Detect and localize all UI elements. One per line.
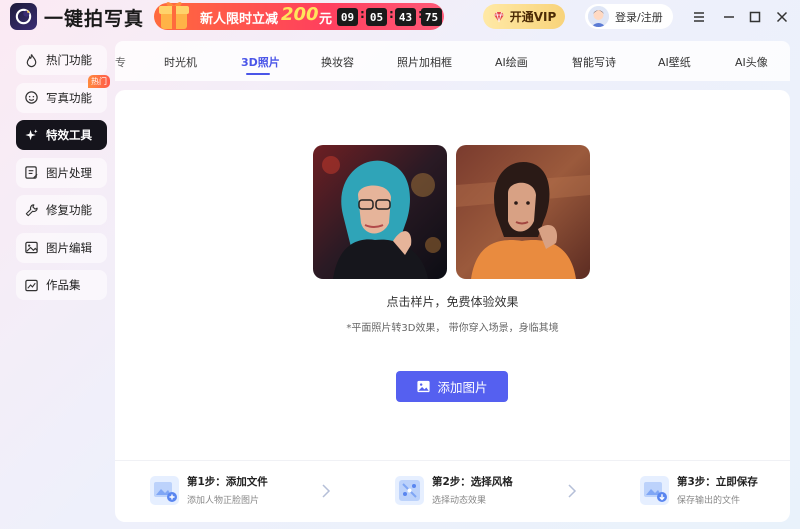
vip-button[interactable]: 开通VIP bbox=[483, 4, 565, 29]
step-2: 第2步：选择风格 选择动态效果 bbox=[395, 474, 513, 506]
image-icon bbox=[417, 380, 431, 393]
vip-diamond-icon bbox=[493, 11, 504, 22]
step-title: 第3步：立即保存 bbox=[677, 476, 758, 488]
hot-badge: 热门 bbox=[88, 74, 110, 88]
sidebar-item-hot[interactable]: 热门功能 bbox=[16, 45, 107, 75]
feature-tabs: 专 时光机 3D照片 换妆容 照片加相框 AI绘画 智能写诗 AI壁纸 AI头像 bbox=[115, 41, 790, 81]
step-desc: 添加人物正脸图片 bbox=[187, 496, 260, 506]
close-button[interactable] bbox=[772, 7, 792, 27]
app-title: 一键拍写真 bbox=[44, 8, 145, 30]
wrench-icon bbox=[25, 203, 38, 216]
vip-label: 开通VIP bbox=[509, 10, 557, 24]
style-icon bbox=[395, 475, 424, 505]
promo-text: 新人限时立减 bbox=[200, 12, 279, 27]
add-image-label: 添加图片 bbox=[437, 380, 488, 395]
step-3: 第3步：立即保存 保存输出的文件 bbox=[640, 474, 758, 506]
add-image-button[interactable]: 添加图片 bbox=[396, 371, 508, 402]
image-edit-icon bbox=[25, 166, 38, 179]
minimize-button[interactable] bbox=[719, 7, 739, 27]
active-tab-indicator bbox=[246, 73, 270, 75]
step-title: 第2步：选择风格 bbox=[432, 476, 513, 488]
tab-3d-photo[interactable]: 3D照片 bbox=[241, 54, 280, 70]
promo-unit: 元 bbox=[319, 12, 333, 27]
add-file-icon bbox=[150, 475, 179, 505]
sidebar-item-label: 特效工具 bbox=[46, 128, 92, 142]
main-panel: 点击样片，免费体验效果 *平面照片转3D效果， 带你穿入场景，身临其境 添加图片… bbox=[115, 90, 790, 522]
sidebar-item-portfolio[interactable]: 作品集 bbox=[16, 270, 107, 300]
sidebar-item-label: 热门功能 bbox=[46, 53, 92, 67]
login-label: 登录/注册 bbox=[615, 10, 663, 24]
tab-ai-wallpaper[interactable]: AI壁纸 bbox=[658, 54, 691, 70]
sample-photo-1[interactable] bbox=[313, 145, 447, 279]
tab-ai-avatar[interactable]: AI头像 bbox=[735, 54, 768, 70]
tab-ai-painting[interactable]: AI绘画 bbox=[495, 54, 528, 70]
save-icon bbox=[640, 475, 669, 505]
minimize-icon bbox=[724, 16, 734, 18]
tab-photo-frame[interactable]: 照片加相框 bbox=[397, 54, 452, 70]
sparkle-icon bbox=[25, 128, 38, 140]
sidebar-item-image-editor[interactable]: 图片编辑 bbox=[16, 232, 107, 263]
avatar bbox=[588, 6, 609, 27]
tab-partial[interactable]: 专 bbox=[115, 54, 126, 70]
maximize-button[interactable] bbox=[745, 7, 765, 27]
sidebar-item-label: 写真功能 bbox=[46, 90, 92, 105]
countdown-centiseconds: 75 bbox=[421, 8, 442, 26]
login-button[interactable]: 登录/注册 bbox=[585, 4, 673, 29]
tab-makeup[interactable]: 换妆容 bbox=[321, 54, 354, 70]
menu-button[interactable] bbox=[689, 7, 709, 27]
title-bar: 一键拍写真 新人限时立减 200 元 09 : 05 : 43 : 75 开通V… bbox=[0, 0, 800, 34]
hamburger-icon bbox=[694, 12, 704, 22]
tab-time-machine[interactable]: 时光机 bbox=[164, 54, 197, 70]
gallery-icon bbox=[25, 279, 38, 291]
step-desc: 保存输出的文件 bbox=[677, 496, 741, 506]
picture-icon bbox=[25, 241, 38, 254]
app-logo bbox=[10, 3, 37, 30]
maximize-icon bbox=[749, 11, 761, 23]
promo-amount: 200 bbox=[281, 4, 319, 25]
close-icon bbox=[776, 11, 788, 23]
step-1: 第1步：添加文件 添加人物正脸图片 bbox=[150, 474, 268, 506]
face-icon bbox=[25, 91, 38, 104]
step-title: 第1步：添加文件 bbox=[187, 476, 268, 488]
step-desc: 选择动态效果 bbox=[432, 496, 487, 506]
countdown-separator: : bbox=[389, 7, 394, 21]
countdown-minutes: 05 bbox=[366, 8, 387, 26]
sidebar: 热门功能 写真功能 热门 特效工具 图片处理 修复功能 图片编辑 作品集 bbox=[16, 45, 110, 308]
sidebar-item-portrait[interactable]: 写真功能 热门 bbox=[16, 74, 110, 113]
sample-image-orange-shirt bbox=[456, 145, 590, 279]
gift-icon bbox=[159, 2, 189, 29]
sample-hint: 点击样片，免费体验效果 bbox=[386, 295, 519, 309]
sidebar-item-label: 作品集 bbox=[46, 278, 81, 292]
sample-photo-2[interactable] bbox=[456, 145, 590, 279]
sidebar-item-label: 图片编辑 bbox=[46, 240, 92, 255]
chevron-right-icon bbox=[568, 484, 577, 498]
promo-banner[interactable]: 新人限时立减 200 元 09 : 05 : 43 : 75 bbox=[154, 2, 444, 30]
sidebar-item-label: 修复功能 bbox=[46, 203, 92, 217]
countdown-separator: : bbox=[360, 7, 365, 21]
flame-icon bbox=[26, 53, 37, 67]
sidebar-item-effects[interactable]: 特效工具 bbox=[16, 120, 107, 150]
sidebar-item-repair[interactable]: 修复功能 bbox=[16, 195, 107, 225]
sidebar-item-label: 图片处理 bbox=[46, 165, 92, 180]
sidebar-item-image-processing[interactable]: 图片处理 bbox=[16, 157, 107, 188]
chevron-right-icon bbox=[322, 484, 331, 498]
countdown-seconds: 43 bbox=[395, 8, 416, 26]
countdown-hours: 09 bbox=[337, 8, 358, 26]
steps-bar: 第1步：添加文件 添加人物正脸图片 第2步：选择风格 选择动态效果 第3步：立即… bbox=[115, 460, 790, 522]
sample-image-blue-hair bbox=[313, 145, 447, 279]
tab-smart-poem[interactable]: 智能写诗 bbox=[572, 54, 616, 70]
sample-subhint: *平面照片转3D效果， 带你穿入场景，身临其境 bbox=[346, 323, 559, 334]
